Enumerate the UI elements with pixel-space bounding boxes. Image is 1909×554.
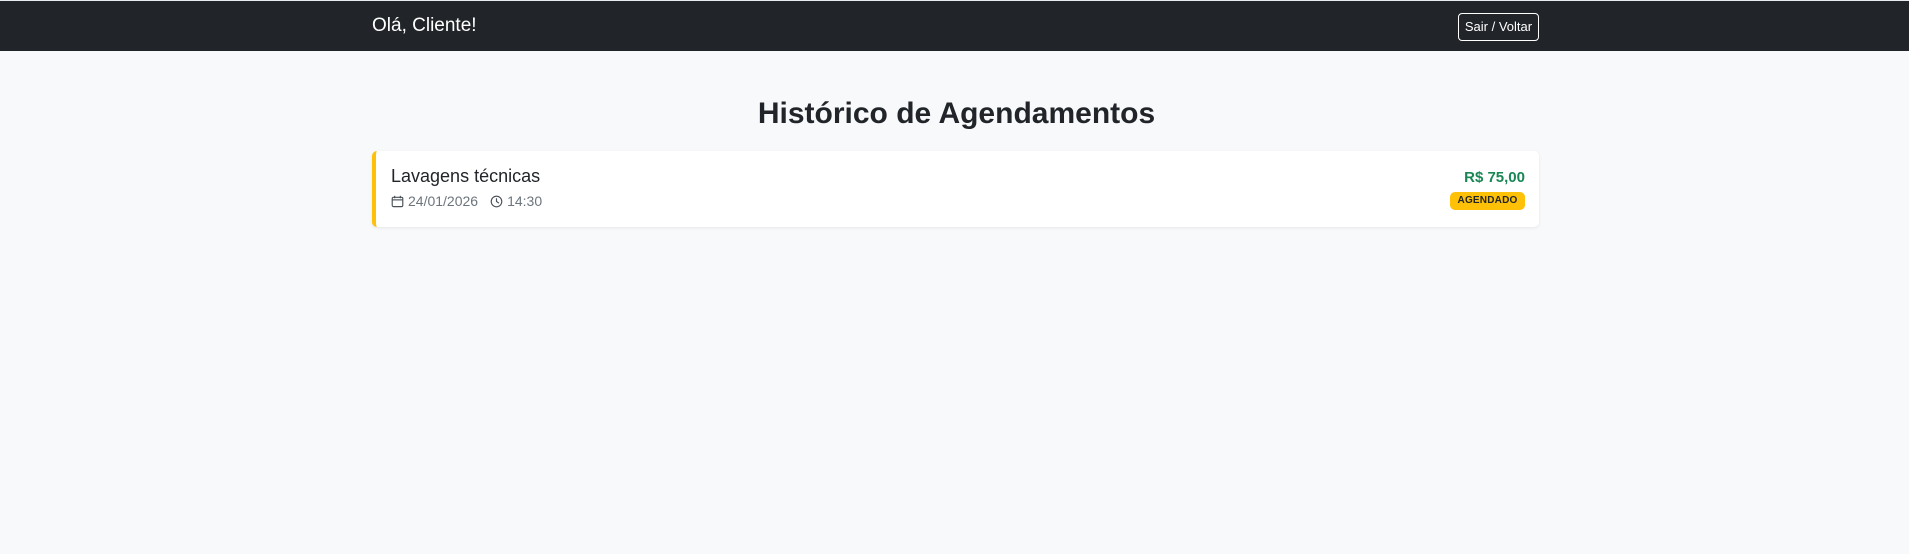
- calendar-icon: [391, 195, 404, 208]
- top-navbar: Olá, Cliente! Sair / Voltar: [0, 0, 1909, 51]
- appointment-card[interactable]: Lavagens técnicas 24/01/2026 14:30 R$ 75…: [372, 151, 1539, 227]
- status-badge: AGENDADO: [1450, 192, 1525, 210]
- greeting-title: Olá, Cliente!: [372, 15, 477, 36]
- appointment-time: 14:30: [507, 193, 543, 209]
- appointment-meta: 24/01/2026 14:30: [391, 192, 542, 210]
- appointment-service-name: Lavagens técnicas: [391, 166, 541, 186]
- exit-back-button[interactable]: Sair / Voltar: [1458, 13, 1539, 41]
- appointment-date: 24/01/2026: [408, 193, 479, 209]
- appointment-price: R$ 75,00: [1464, 169, 1525, 186]
- page-title: Histórico de Agendamentos: [757, 97, 1156, 130]
- clock-icon: [490, 195, 503, 208]
